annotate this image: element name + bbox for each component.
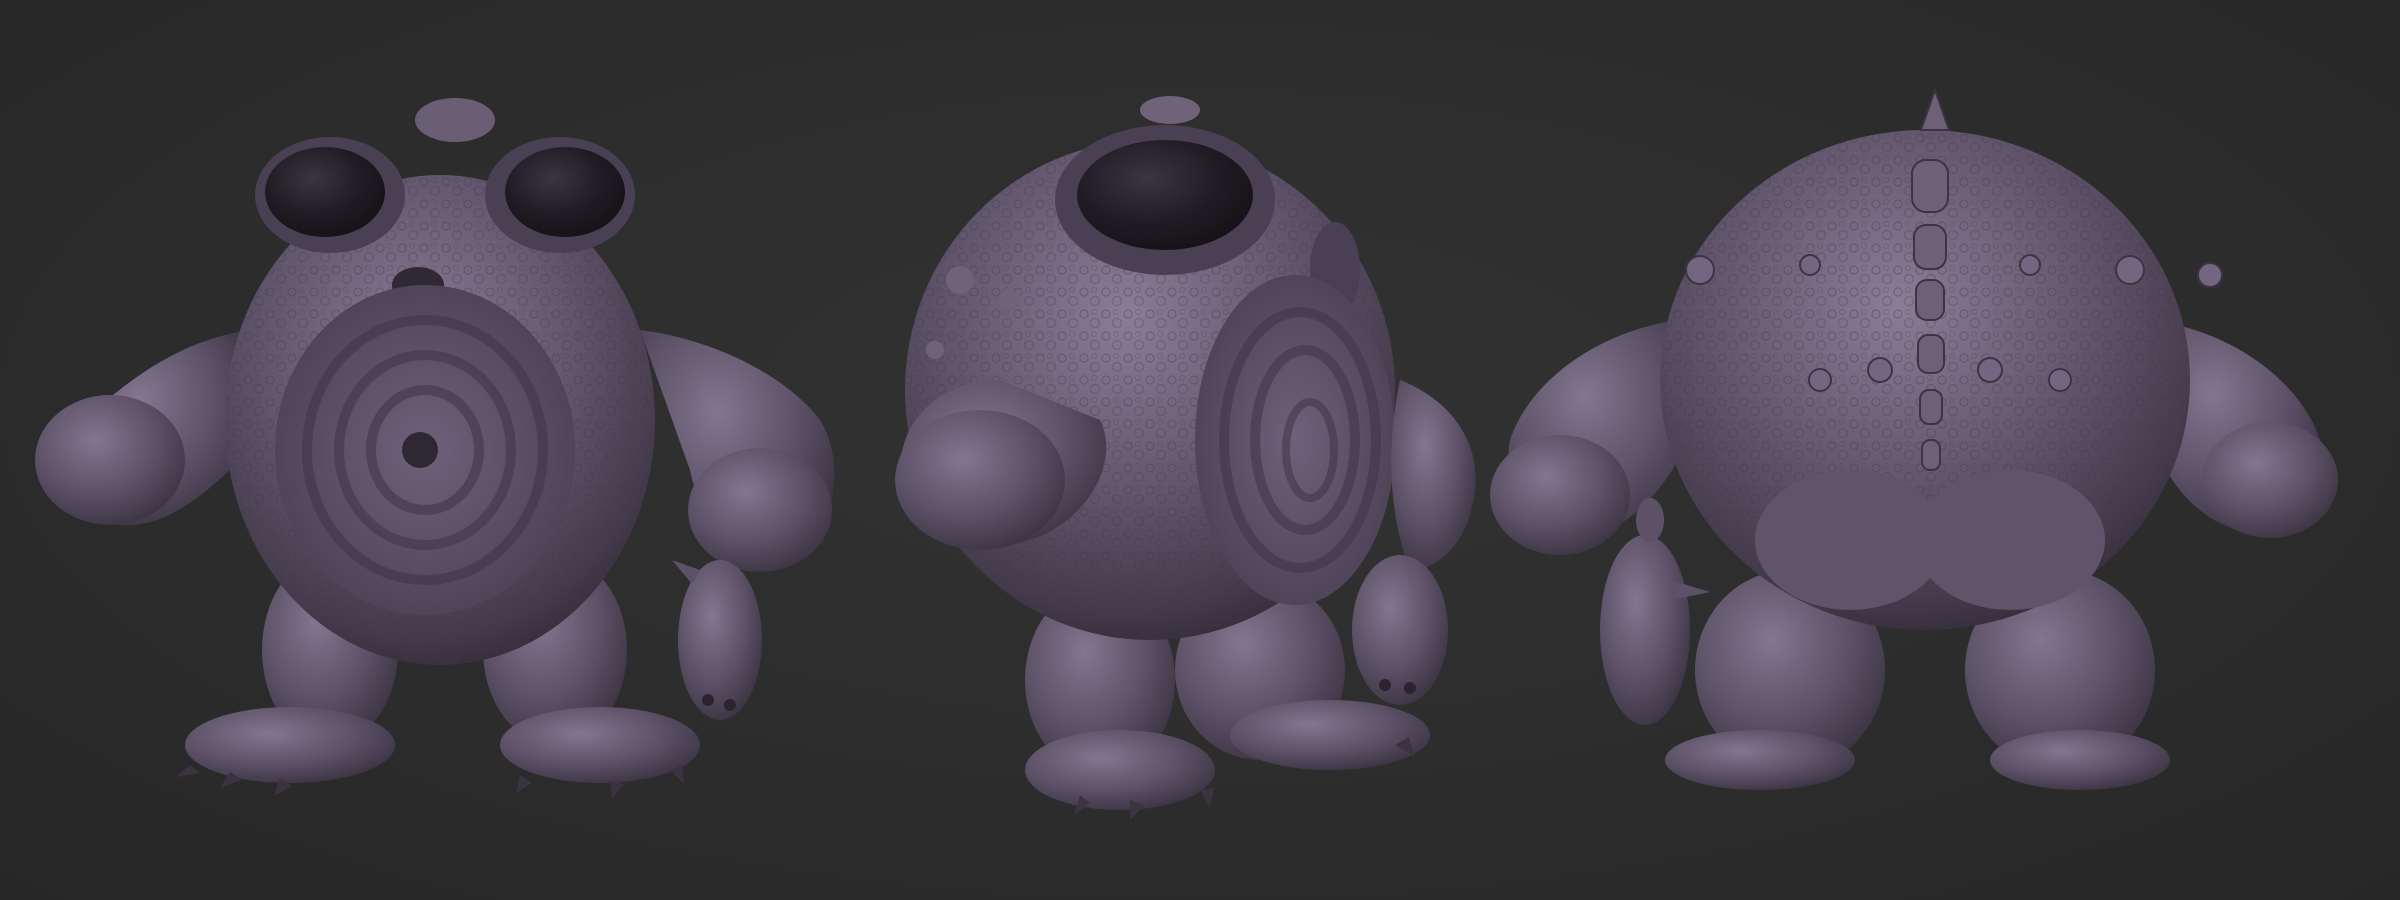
creature-front-view bbox=[35, 98, 835, 798]
front-right-hand bbox=[688, 448, 832, 572]
back-right-hand bbox=[2202, 422, 2338, 538]
tq-belly-spiral bbox=[1195, 275, 1395, 605]
front-belly-spiral bbox=[275, 285, 575, 615]
front-left-foot bbox=[185, 707, 395, 783]
front-head-crest bbox=[415, 98, 495, 142]
tq-right-foot bbox=[1230, 700, 1430, 770]
tq-held-fish bbox=[1352, 555, 1448, 705]
creature-back-view bbox=[1490, 86, 2338, 790]
front-left-eye bbox=[265, 147, 385, 237]
front-right-eye bbox=[505, 147, 625, 237]
tq-right-arm bbox=[1391, 380, 1476, 570]
back-right-foot bbox=[1990, 730, 2170, 790]
back-left-foot bbox=[1665, 730, 1855, 790]
front-right-foot bbox=[500, 707, 700, 783]
creature-three-quarter-view bbox=[895, 96, 1476, 820]
tq-left-foot bbox=[1025, 730, 1215, 810]
back-right-buttock bbox=[1915, 470, 2105, 610]
front-left-fist bbox=[35, 395, 185, 525]
back-held-fish bbox=[1600, 498, 1710, 725]
tq-eye bbox=[1077, 140, 1253, 250]
render-viewport bbox=[0, 0, 2400, 900]
tq-left-fist bbox=[895, 410, 1065, 550]
sculpt-render-scene bbox=[35, 86, 2338, 820]
front-held-fish bbox=[672, 560, 762, 720]
back-left-hand bbox=[1490, 435, 1630, 555]
